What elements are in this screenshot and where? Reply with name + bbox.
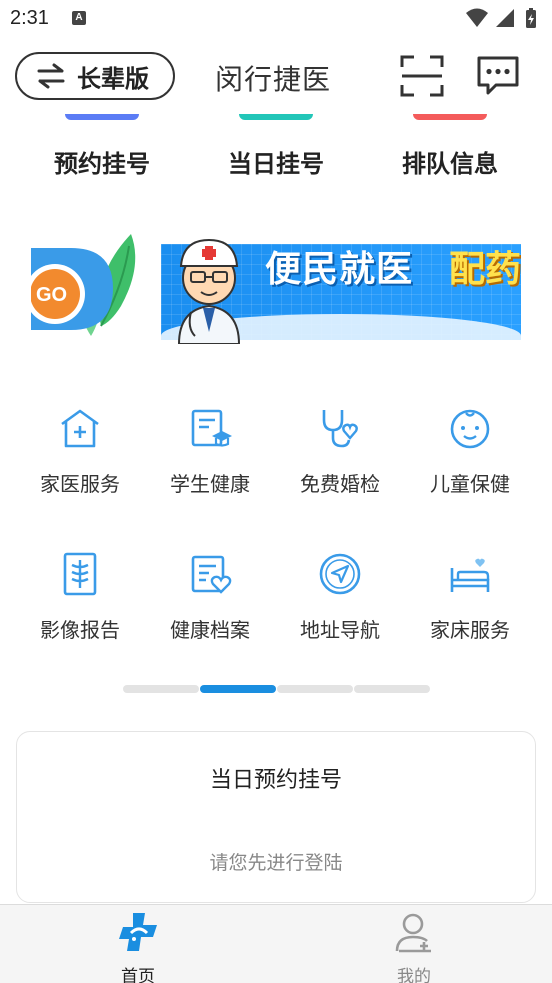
quick-entry-appointment[interactable]: 预约挂号 — [27, 114, 177, 186]
quick-entry-row: 预约挂号 当日挂号 排队信息 — [0, 114, 552, 186]
service-label: 家床服务 — [430, 618, 510, 642]
banner-headline: 便民就医 — [265, 249, 414, 290]
page-dot-4[interactable] — [354, 685, 430, 693]
status-time: 2:31 — [10, 7, 49, 29]
quick-entry-label: 当日挂号 — [228, 150, 324, 178]
home-plus-icon — [61, 409, 99, 448]
service-premarital-check[interactable]: 免费婚检 — [275, 396, 405, 506]
app-header: 长辈版 闵行捷医 — [0, 38, 552, 114]
same-day-icon — [239, 114, 313, 120]
bottom-nav: 首页 我的 — [0, 904, 552, 983]
page-title: 闵行捷医 — [215, 63, 332, 96]
banner-headline-accent: 配药 — [449, 249, 521, 290]
baby-face-icon — [450, 409, 490, 449]
stethoscope-heart-icon — [322, 410, 358, 448]
notification-a-icon: A — [72, 11, 86, 25]
home-bed-icon — [450, 558, 490, 592]
service-family-doctor[interactable]: 家医服务 — [15, 396, 145, 506]
promo-banner[interactable]: GO 便民就医 配药 — [31, 226, 521, 346]
appointment-card-title: 当日预约挂号 — [209, 768, 342, 793]
tab-mine[interactable]: 我的 — [276, 905, 552, 983]
xray-icon — [63, 552, 97, 596]
wifi-icon — [466, 8, 488, 27]
cellular-icon — [496, 9, 514, 27]
navigation-icon — [319, 553, 361, 595]
page-dot-1[interactable] — [123, 685, 199, 693]
quick-entry-label: 预约挂号 — [54, 150, 150, 178]
service-label: 健康档案 — [170, 618, 250, 642]
page-dot-2-active[interactable] — [200, 685, 276, 693]
page-indicator — [123, 685, 430, 693]
status-bar: 2:31 A — [0, 0, 552, 38]
service-imaging-report[interactable]: 影像报告 — [15, 542, 145, 652]
elder-mode-label: 长辈版 — [77, 64, 149, 93]
quick-entry-same-day[interactable]: 当日挂号 — [201, 114, 351, 186]
message-icon[interactable] — [476, 55, 520, 97]
health-record-icon — [191, 555, 232, 594]
service-health-record[interactable]: 健康档案 — [145, 542, 275, 652]
status-icons — [466, 8, 536, 28]
doctor-illustration — [177, 238, 241, 344]
service-navigation[interactable]: 地址导航 — [275, 542, 405, 652]
appointment-card: 当日预约挂号 请您先进行登陆 — [16, 731, 536, 903]
page-dot-3[interactable] — [277, 685, 353, 693]
queue-icon — [413, 114, 487, 120]
service-child-care[interactable]: 儿童保健 — [405, 396, 535, 506]
elder-mode-button[interactable]: 长辈版 — [15, 52, 175, 100]
scan-icon[interactable] — [400, 55, 444, 97]
service-grid: 家医服务 学生健康 免费婚检 儿童保健 影像报告 健康档案 地址导航 家床服务 — [15, 396, 537, 656]
tab-home-label: 首页 — [121, 967, 155, 983]
service-label: 儿童保健 — [430, 472, 510, 496]
service-label: 免费婚检 — [300, 472, 380, 496]
login-prompt[interactable]: 请您先进行登陆 — [17, 848, 535, 875]
go-label: GO — [36, 284, 68, 306]
swap-arrows-icon — [37, 63, 65, 89]
service-home-bed[interactable]: 家床服务 — [405, 542, 535, 652]
graduation-doc-icon — [191, 409, 232, 447]
service-label: 影像报告 — [40, 618, 120, 642]
appointment-icon — [65, 114, 139, 120]
service-student-health[interactable]: 学生健康 — [145, 396, 275, 506]
quick-entry-label: 排队信息 — [402, 150, 498, 178]
home-logo-icon — [119, 913, 157, 951]
tab-mine-label: 我的 — [397, 967, 431, 983]
user-icon — [395, 913, 431, 953]
quick-entry-queue[interactable]: 排队信息 — [375, 114, 525, 186]
tab-home[interactable]: 首页 — [0, 905, 276, 983]
service-label: 学生健康 — [170, 472, 250, 496]
service-label: 家医服务 — [40, 472, 120, 496]
service-label: 地址导航 — [300, 618, 380, 642]
